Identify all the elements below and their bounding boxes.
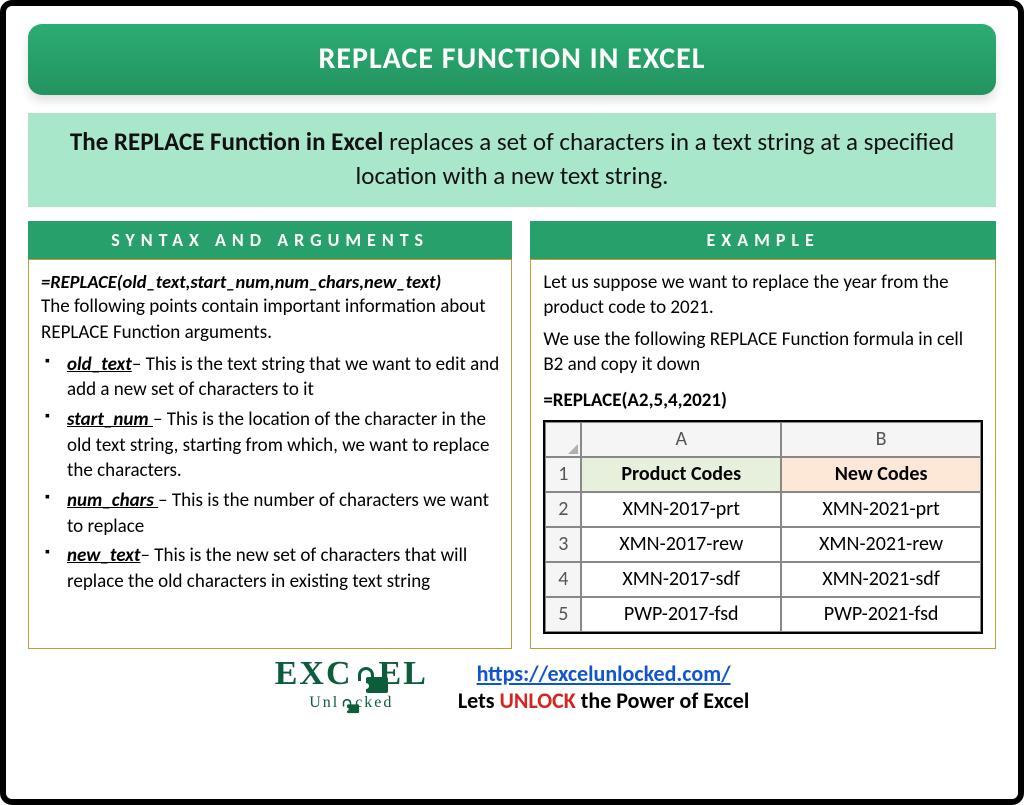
- tag-pre: Lets: [458, 687, 500, 714]
- table-row: 2 XMN-2017-prt XMN-2021-prt: [545, 492, 981, 527]
- col-header-a: A: [581, 422, 781, 457]
- syntax-formula: =REPLACE(old_text,start_num,num_chars,ne…: [41, 270, 499, 295]
- arg-name: start_num: [67, 408, 153, 431]
- cell-b: XMN-2021-sdf: [781, 562, 981, 597]
- syntax-intro: The following points contain important i…: [41, 294, 499, 345]
- logo: EXC EL Unl cked: [275, 655, 428, 719]
- summary-bold: The REPLACE Function in Excel: [70, 126, 384, 157]
- cell-a: XMN-2017-prt: [581, 492, 781, 527]
- footer: EXC EL Unl cked https://excelunlocked.co…: [28, 655, 996, 719]
- footer-text: https://excelunlocked.com/ Lets UNLOCK t…: [458, 660, 749, 714]
- table-header-b: New Codes: [781, 457, 981, 492]
- example-p2: We use the following REPLACE Function fo…: [543, 327, 983, 378]
- cell-b: XMN-2021-rew: [781, 527, 981, 562]
- example-formula: =REPLACE(A2,5,4,2021): [543, 388, 983, 414]
- example-header: EXAMPLE: [530, 221, 996, 259]
- table-row: 3 XMN-2017-rew XMN-2021-rew: [545, 527, 981, 562]
- table-header-a: Product Codes: [581, 457, 781, 492]
- footer-link[interactable]: https://excelunlocked.com/: [477, 660, 731, 687]
- tag-unlock: UNLOCK: [499, 687, 575, 714]
- arg-item: old_text– This is the text string that w…: [41, 352, 499, 403]
- arg-desc: – This is the text string that we want t…: [67, 353, 499, 402]
- logo-text-left: EXC: [275, 655, 353, 693]
- lock-icon: [355, 667, 377, 693]
- arg-name: old_text: [67, 353, 132, 376]
- arg-name: new_text: [67, 544, 140, 567]
- arg-item: start_num – This is the location of the …: [41, 407, 499, 484]
- logo-sub-left: Unl: [309, 694, 339, 712]
- row-header: 4: [545, 562, 581, 597]
- cell-b: PWP-2021-fsd: [781, 597, 981, 632]
- cell-a: PWP-2017-fsd: [581, 597, 781, 632]
- row-header: 2: [545, 492, 581, 527]
- syntax-panel: =REPLACE(old_text,start_num,num_chars,ne…: [28, 259, 512, 649]
- logo-sub-right: cked: [355, 694, 393, 712]
- tag-post: the Power of Excel: [576, 687, 749, 714]
- cell-b: XMN-2021-prt: [781, 492, 981, 527]
- summary-banner: The REPLACE Function in Excel replaces a…: [28, 113, 996, 207]
- example-column: EXAMPLE Let us suppose we want to replac…: [530, 221, 996, 649]
- excel-table: A B 1 Product Codes New Codes 2 XMN-2017…: [543, 420, 983, 634]
- example-p1: Let us suppose we want to replace the ye…: [543, 270, 983, 321]
- arg-name: num_chars: [67, 489, 158, 512]
- summary-rest: replaces a set of characters in a text s…: [356, 126, 955, 191]
- row-header: 5: [545, 597, 581, 632]
- page-title: REPLACE FUNCTION IN EXCEL: [28, 24, 996, 95]
- syntax-header: SYNTAX AND ARGUMENTS: [28, 221, 512, 259]
- example-panel: Let us suppose we want to replace the ye…: [530, 259, 996, 649]
- row-header: 3: [545, 527, 581, 562]
- select-all-corner: [545, 422, 581, 457]
- cell-a: XMN-2017-rew: [581, 527, 781, 562]
- footer-tagline: Lets UNLOCK the Power of Excel: [458, 687, 749, 714]
- table-row: 5 PWP-2017-fsd PWP-2021-fsd: [545, 597, 981, 632]
- row-header: 1: [545, 457, 581, 492]
- argument-list: old_text– This is the text string that w…: [41, 352, 499, 595]
- cell-a: XMN-2017-sdf: [581, 562, 781, 597]
- lock-icon: [341, 699, 353, 713]
- table-row: 4 XMN-2017-sdf XMN-2021-sdf: [545, 562, 981, 597]
- arg-item: new_text– This is the new set of charact…: [41, 543, 499, 594]
- syntax-column: SYNTAX AND ARGUMENTS =REPLACE(old_text,s…: [28, 221, 512, 649]
- arg-item: num_chars – This is the number of charac…: [41, 488, 499, 539]
- col-header-b: B: [781, 422, 981, 457]
